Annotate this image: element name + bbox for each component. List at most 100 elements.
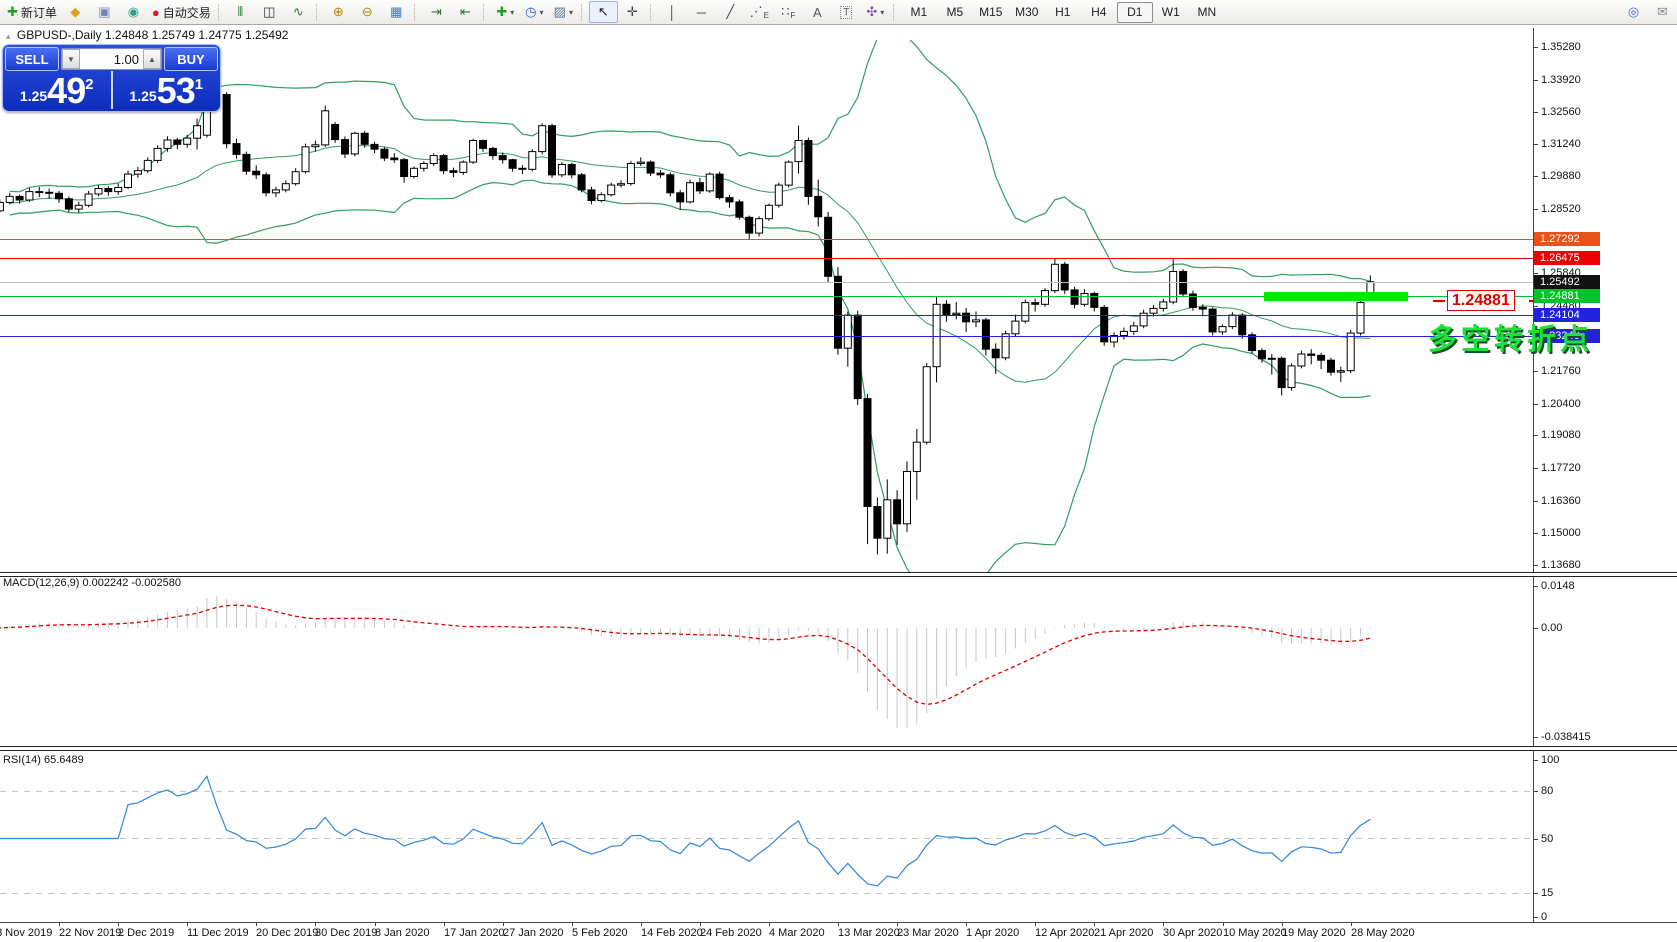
date-axis-tick: [838, 922, 839, 926]
price-axis-label: 1.32560: [1541, 106, 1581, 118]
horizontal-level-line[interactable]: [0, 336, 1533, 337]
autotrading-button[interactable]: ● 自动交易: [148, 1, 215, 23]
terminal-icon[interactable]: ▣: [90, 1, 119, 23]
tab-timeframe-h4[interactable]: H4: [1081, 2, 1117, 23]
text-tool[interactable]: A: [803, 1, 832, 23]
horizontal-level-line[interactable]: [0, 258, 1533, 259]
new-order-button[interactable]: ✚ 新订单: [3, 1, 61, 23]
chat-icon[interactable]: ✉: [1648, 1, 1677, 23]
dropdown-caret-icon[interactable]: ▾: [510, 8, 514, 17]
price-axis-tick: [1533, 273, 1538, 274]
macd-pane-divider[interactable]: [0, 572, 1677, 577]
sell-price-prefix: 1.25: [19, 88, 48, 104]
date-axis-label: 19 May 2020: [1282, 927, 1346, 939]
macd-axis-tick: [1533, 628, 1538, 629]
tab-timeframe-mn[interactable]: MN: [1189, 2, 1225, 23]
price-axis-label: 1.35280: [1541, 41, 1581, 53]
tool-subscript: F: [790, 10, 796, 20]
date-axis-tick: [59, 922, 60, 926]
rsi-pane[interactable]: [0, 750, 1533, 922]
chart-shift-icon-glyph: ⇥: [430, 4, 442, 19]
highlighter-icon[interactable]: ◆: [61, 1, 90, 23]
price-axis-tick: [1533, 435, 1538, 436]
support-highlight-bar[interactable]: [1264, 292, 1408, 301]
price-axis-tick: [1533, 565, 1538, 566]
macd-label: MACD(12,26,9) 0.002242 -0.002580: [3, 577, 181, 589]
horizontal-level-line[interactable]: [0, 315, 1533, 316]
dropdown-caret-icon[interactable]: ▾: [539, 8, 543, 17]
vertical-line-tool[interactable]: │: [658, 1, 687, 23]
buy-button[interactable]: BUY: [164, 47, 218, 71]
date-axis-tick: [1094, 922, 1095, 926]
horizontal-level-line[interactable]: [0, 239, 1533, 240]
volume-input[interactable]: 1.00: [80, 52, 143, 67]
date-axis-tick: [769, 922, 770, 926]
volume-increase-button[interactable]: ▲: [143, 49, 161, 69]
price-label-leader: [1433, 300, 1445, 302]
fibonacci-tool[interactable]: ∷ F: [774, 1, 803, 23]
zoom-out-button[interactable]: ⊖: [353, 1, 382, 23]
tab-timeframe-m30[interactable]: M30: [1009, 2, 1045, 23]
horizontal-level-line[interactable]: [0, 282, 1533, 283]
tab-timeframe-m5[interactable]: M5: [937, 2, 973, 23]
macd-pane[interactable]: [0, 576, 1533, 747]
date-axis-label: 21 Apr 2020: [1094, 927, 1154, 939]
tile-windows-icon[interactable]: ▦: [382, 1, 411, 23]
terminal-icon-glyph: ▣: [98, 4, 111, 19]
trendline-tool[interactable]: ╱: [716, 1, 745, 23]
indicators-button[interactable]: ✚ ▾: [491, 1, 520, 23]
sell-price-big: 49: [47, 70, 86, 111]
tab-timeframe-h1[interactable]: H1: [1045, 2, 1081, 23]
macd-axis-tick: [1533, 586, 1538, 587]
zoom-in-glyph: ⊕: [332, 4, 344, 19]
price-axis-label: 1.28520: [1541, 203, 1581, 215]
equidistant-channel-tool[interactable]: ⋰ E: [745, 1, 774, 23]
buy-price[interactable]: 1.25 53 1: [113, 71, 221, 109]
price-level-label[interactable]: 1.24881: [1447, 290, 1515, 311]
rsi-pane-divider[interactable]: [0, 746, 1677, 751]
signals-icon[interactable]: ◉: [119, 1, 148, 23]
line-chart-type-icon[interactable]: ∿: [284, 1, 313, 23]
sell-button[interactable]: SELL: [5, 47, 59, 71]
chart-shift-icon[interactable]: ⇥: [422, 1, 451, 23]
auto-scroll-icon[interactable]: ⇤: [451, 1, 480, 23]
dropdown-caret-icon[interactable]: ▾: [569, 8, 573, 17]
price-axis-label: 1.15000: [1541, 527, 1581, 539]
sell-price[interactable]: 1.25 49 2: [3, 71, 113, 109]
date-axis-tick: [503, 922, 504, 926]
fibonacci-glyph: ∷: [781, 4, 790, 19]
periods-clock-button[interactable]: ◷ ▾: [520, 1, 549, 23]
turning-point-annotation[interactable]: 多空转折点: [1428, 316, 1593, 358]
tab-timeframe-m1[interactable]: M1: [901, 2, 937, 23]
buy-price-big: 53: [156, 70, 196, 111]
templates-button[interactable]: ▨ ▾: [549, 1, 578, 23]
macd-axis-tick: [1533, 737, 1538, 738]
volume-decrease-button[interactable]: ▼: [62, 49, 80, 69]
candlestick-chart-type-icon[interactable]: ◫: [255, 1, 284, 23]
price-chart[interactable]: [0, 40, 1533, 572]
tab-timeframe-w1[interactable]: W1: [1153, 2, 1189, 23]
text-label-tool[interactable]: T: [832, 1, 861, 23]
date-axis-label: 1 Apr 2020: [966, 927, 1020, 939]
price-level-badge: 1.27292: [1534, 232, 1600, 246]
bar-chart-type-icon-glyph: ⫴: [237, 4, 244, 19]
zoom-in-button[interactable]: ⊕: [324, 1, 353, 23]
tile-windows-icon-glyph: ▦: [390, 4, 403, 19]
price-axis-border: [1533, 28, 1534, 922]
tab-timeframe-m15[interactable]: M15: [973, 2, 1009, 23]
tab-timeframe-d1[interactable]: D1: [1116, 1, 1153, 23]
date-axis-label: 2 Dec 2019: [118, 927, 175, 939]
indicators-glyph: ✚: [496, 4, 508, 19]
bar-chart-type-icon[interactable]: ⫴: [226, 1, 255, 23]
highlighter-icon-glyph: ◆: [70, 4, 81, 19]
text-glyph: A: [812, 4, 822, 20]
horizontal-line-tool[interactable]: ─: [687, 1, 716, 23]
sell-price-pip: 2: [85, 76, 94, 93]
arrows-tool[interactable]: ✣ ▾: [861, 1, 890, 23]
crosshair-tool[interactable]: ✛: [618, 1, 647, 23]
buy-price-prefix: 1.25: [129, 88, 157, 104]
dropdown-caret-icon[interactable]: ▾: [880, 8, 884, 17]
cursor-tool[interactable]: ↖: [588, 1, 618, 23]
rsi-axis-tick: [1533, 893, 1538, 894]
search-icon[interactable]: ◎: [1619, 1, 1648, 23]
